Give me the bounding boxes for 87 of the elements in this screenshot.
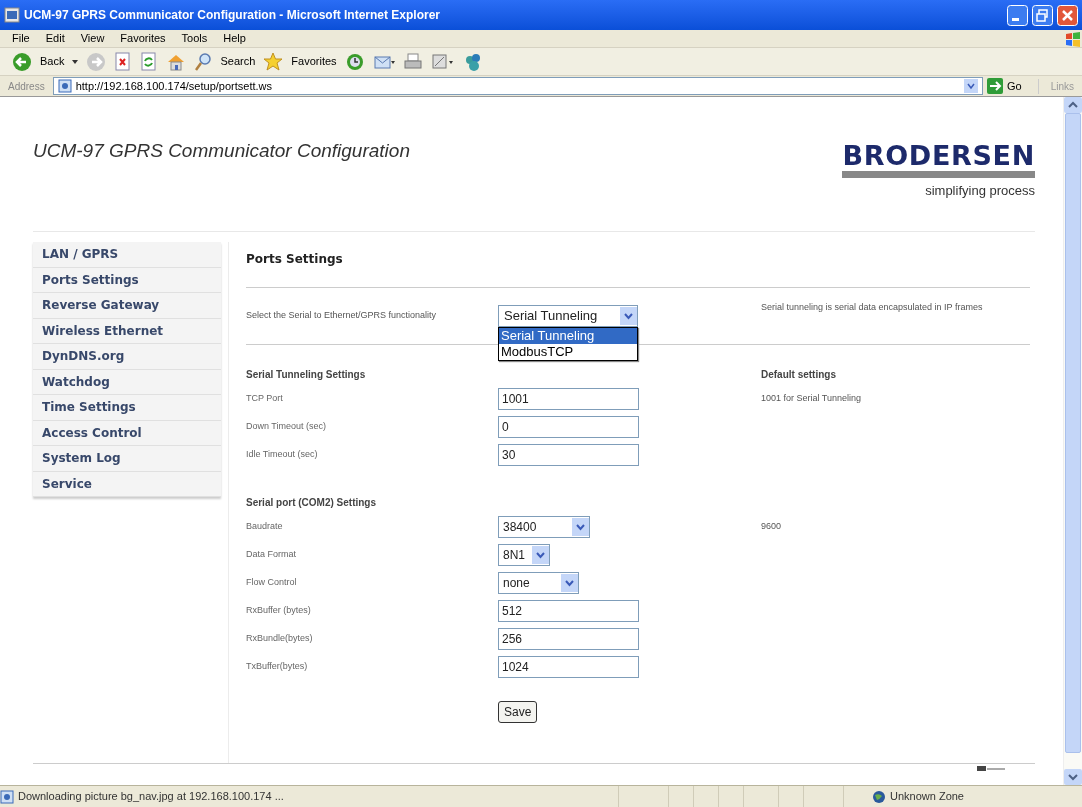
caret-icon[interactable]: [72, 59, 79, 64]
functionality-select[interactable]: Serial Tunneling: [498, 305, 638, 327]
search-icon[interactable]: [194, 51, 213, 72]
select-field[interactable]: 38400: [498, 516, 590, 538]
input-field[interactable]: 256: [498, 628, 639, 650]
restore-icon[interactable]: [1032, 4, 1053, 26]
input-field[interactable]: 0: [498, 416, 639, 438]
field-label: RxBuffer (bytes): [246, 605, 311, 616]
address-text: http://192.168.100.174/setup/portsett.ws: [75, 78, 273, 94]
zone-text: Unknown Zone: [890, 789, 964, 805]
input-field[interactable]: 512: [498, 600, 639, 622]
dropdown-icon[interactable]: [532, 546, 549, 564]
edit-icon[interactable]: [430, 51, 455, 72]
menu-item[interactable]: Favorites: [120, 30, 166, 47]
close-icon[interactable]: [1057, 4, 1078, 26]
address-label: Address: [7, 79, 46, 94]
sidebar-item[interactable]: Service: [33, 471, 221, 497]
sidebar-item[interactable]: Ports Settings: [33, 267, 221, 293]
scroll-down-icon[interactable]: [1064, 769, 1082, 785]
field-label: Select the Serial to Ethernet/GPRS functionality: [246, 310, 437, 321]
menu-item[interactable]: File: [12, 30, 30, 47]
logo-text: BRODERSEN: [842, 142, 1035, 178]
menu-item[interactable]: Help: [223, 30, 246, 47]
stop-icon[interactable]: [114, 51, 133, 72]
back-icon[interactable]: [12, 51, 32, 72]
select-field[interactable]: 8N1: [498, 544, 550, 566]
field-label: Baudrate: [246, 521, 283, 532]
field-label: RxBundle(bytes): [246, 633, 313, 644]
help-text: Serial tunneling is serial data encapsulated in IP frames: [761, 302, 983, 312]
sidebar-item[interactable]: System Log: [33, 446, 221, 472]
windows-flag-icon: [1064, 30, 1082, 47]
window-title: UCM-97 GPRS Communicator Configuration - Microsoft Internet Explorer: [24, 7, 442, 24]
sidebar-item[interactable]: Access Control: [33, 420, 221, 446]
star-icon[interactable]: [263, 51, 284, 72]
default-value: 9600: [761, 520, 782, 534]
go-arrow-icon[interactable]: [986, 78, 1003, 94]
field-label: Data Format: [246, 549, 296, 560]
page-icon: [57, 79, 72, 93]
sidebar-item[interactable]: Wireless Ethernet: [33, 318, 221, 344]
footer-logo-icon: [977, 766, 1005, 772]
column-heading: Default settings: [761, 368, 836, 382]
field-label: Idle Timeout (sec): [246, 449, 318, 460]
dropdown-icon[interactable]: [561, 574, 578, 592]
default-value: 1001 for Serial Tunneling: [761, 392, 862, 406]
input-field[interactable]: 30: [498, 444, 639, 466]
subsection-title: Serial Tunneling Settings: [246, 369, 366, 380]
dropdown-icon[interactable]: [620, 307, 637, 325]
sidebar-item[interactable]: LAN / GPRS: [33, 242, 221, 268]
dropdown-option[interactable]: Serial Tunneling: [499, 328, 637, 344]
status-text: Downloading picture bg_nav.jpg at 192.168.100.174 ...: [18, 789, 285, 805]
sidebar-item[interactable]: Watchdog: [33, 369, 221, 395]
menu-item[interactable]: View: [80, 30, 105, 47]
select-field[interactable]: none: [498, 572, 579, 594]
go-button[interactable]: Go: [1006, 77, 1034, 95]
page-icon: [0, 789, 14, 804]
field-label: Down Timeout (sec): [246, 421, 327, 432]
input-field[interactable]: 1001: [498, 388, 639, 410]
save-button[interactable]: Save: [498, 701, 538, 723]
input-field[interactable]: 1024: [498, 656, 639, 678]
back-button[interactable]: Back: [40, 53, 65, 70]
history-icon[interactable]: [344, 51, 365, 72]
menu-item[interactable]: Edit: [45, 30, 65, 47]
field-label: TCP Port: [246, 393, 283, 404]
page-heading: UCM-97 GPRS Communicator Configuration: [33, 139, 411, 163]
refresh-icon[interactable]: [140, 51, 159, 72]
section-title: Ports Settings: [246, 251, 344, 268]
search-button[interactable]: Search: [220, 53, 256, 70]
sidebar-item[interactable]: Reverse Gateway: [33, 293, 221, 319]
menu-item[interactable]: Tools: [181, 30, 208, 47]
subsection-title: Serial port (COM2) Settings: [246, 497, 376, 508]
minimize-icon[interactable]: [1007, 4, 1028, 26]
address-field[interactable]: http://192.168.100.174/setup/portsett.ws: [52, 77, 983, 95]
scroll-thumb[interactable]: [1065, 113, 1081, 753]
sidebar-item[interactable]: Time Settings: [33, 395, 221, 421]
scroll-up-icon[interactable]: [1064, 97, 1082, 113]
print-icon[interactable]: [402, 51, 423, 72]
favorites-button[interactable]: Favorites: [291, 53, 337, 70]
scrollbar[interactable]: [1063, 97, 1082, 785]
window-icon: [4, 7, 20, 23]
dropdown-option[interactable]: ModbusTCP: [499, 344, 637, 360]
sidebar-item[interactable]: DynDNS.org: [33, 344, 221, 370]
field-label: Flow Control: [246, 577, 297, 588]
globe-icon: [872, 789, 886, 804]
dropdown-icon[interactable]: [572, 518, 589, 536]
field-label: TxBuffer(bytes): [246, 661, 308, 672]
logo-tagline: simplifying process: [925, 182, 1035, 200]
dropdown-icon[interactable]: [963, 79, 978, 93]
